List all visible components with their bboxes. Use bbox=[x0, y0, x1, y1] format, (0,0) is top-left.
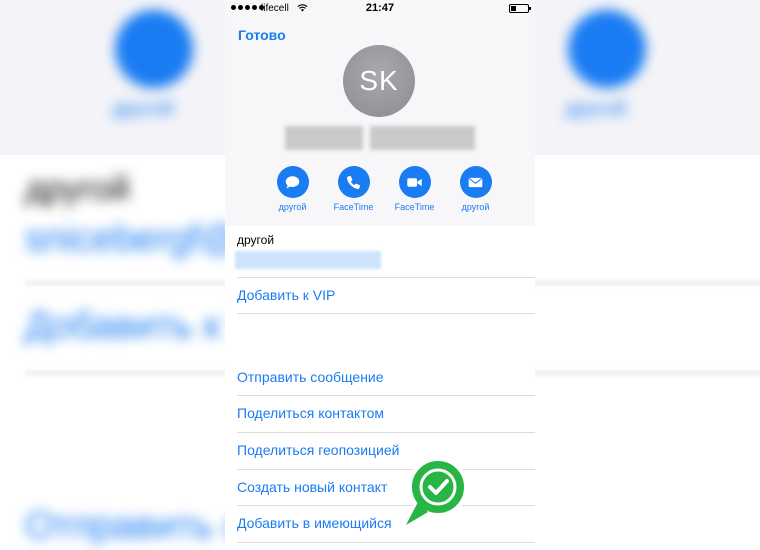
background-action-circle-right bbox=[568, 10, 646, 88]
create-new-contact-button[interactable]: Создать новый контакт bbox=[237, 479, 387, 495]
video-icon bbox=[407, 177, 422, 187]
add-to-existing-contact-button[interactable]: Добавить в имеющийся bbox=[237, 515, 392, 531]
background-email: snicebergf@ bbox=[25, 218, 239, 260]
clock: 21:47 bbox=[365, 2, 395, 14]
background-vip: Добавить к V bbox=[25, 305, 257, 347]
call-action[interactable]: FaceTime bbox=[323, 166, 384, 212]
share-contact-button[interactable]: Поделиться контактом bbox=[237, 405, 384, 421]
email-value-redacted[interactable] bbox=[235, 251, 381, 269]
contact-card-screen: lifecell 21:47 Готово SK другой FaceTime… bbox=[225, 0, 535, 550]
send-message-button[interactable]: Отправить сообщение bbox=[237, 369, 384, 385]
video-action[interactable]: FaceTime bbox=[384, 166, 445, 212]
divider bbox=[237, 313, 535, 314]
divider bbox=[237, 395, 535, 396]
avatar-initials: SK bbox=[359, 65, 399, 96]
contact-name-redacted bbox=[285, 126, 475, 150]
email-label: другой bbox=[237, 233, 275, 247]
background-caption-right: другой bbox=[565, 98, 627, 120]
divider bbox=[237, 432, 535, 433]
status-bar: lifecell 21:47 bbox=[225, 0, 535, 18]
background-action-circle-left bbox=[115, 10, 193, 88]
done-button[interactable]: Готово bbox=[238, 27, 286, 43]
phone-icon bbox=[347, 175, 360, 189]
message-action[interactable]: другой bbox=[262, 166, 323, 212]
action-row: другой FaceTime FaceTime другой bbox=[262, 166, 506, 212]
add-to-vip-button[interactable]: Добавить к VIP bbox=[237, 287, 335, 303]
divider bbox=[237, 277, 535, 278]
mail-action[interactable]: другой bbox=[445, 166, 506, 212]
divider bbox=[237, 542, 535, 543]
share-location-button[interactable]: Поделиться геопозицией bbox=[237, 442, 399, 458]
background-send: Отправить с bbox=[25, 505, 243, 547]
checkmark-callout-icon bbox=[404, 457, 468, 527]
battery-icon bbox=[509, 4, 531, 13]
call-action-label: FaceTime bbox=[333, 202, 374, 212]
background-label: другой bbox=[25, 170, 130, 208]
message-action-label: другой bbox=[278, 202, 307, 212]
mail-icon bbox=[468, 177, 483, 187]
avatar: SK bbox=[343, 45, 415, 117]
divider bbox=[237, 469, 535, 470]
video-action-label: FaceTime bbox=[394, 202, 435, 212]
background-caption-left: другой bbox=[112, 98, 174, 120]
divider bbox=[237, 505, 535, 506]
mail-action-label: другой bbox=[461, 202, 490, 212]
message-icon bbox=[285, 175, 300, 188]
